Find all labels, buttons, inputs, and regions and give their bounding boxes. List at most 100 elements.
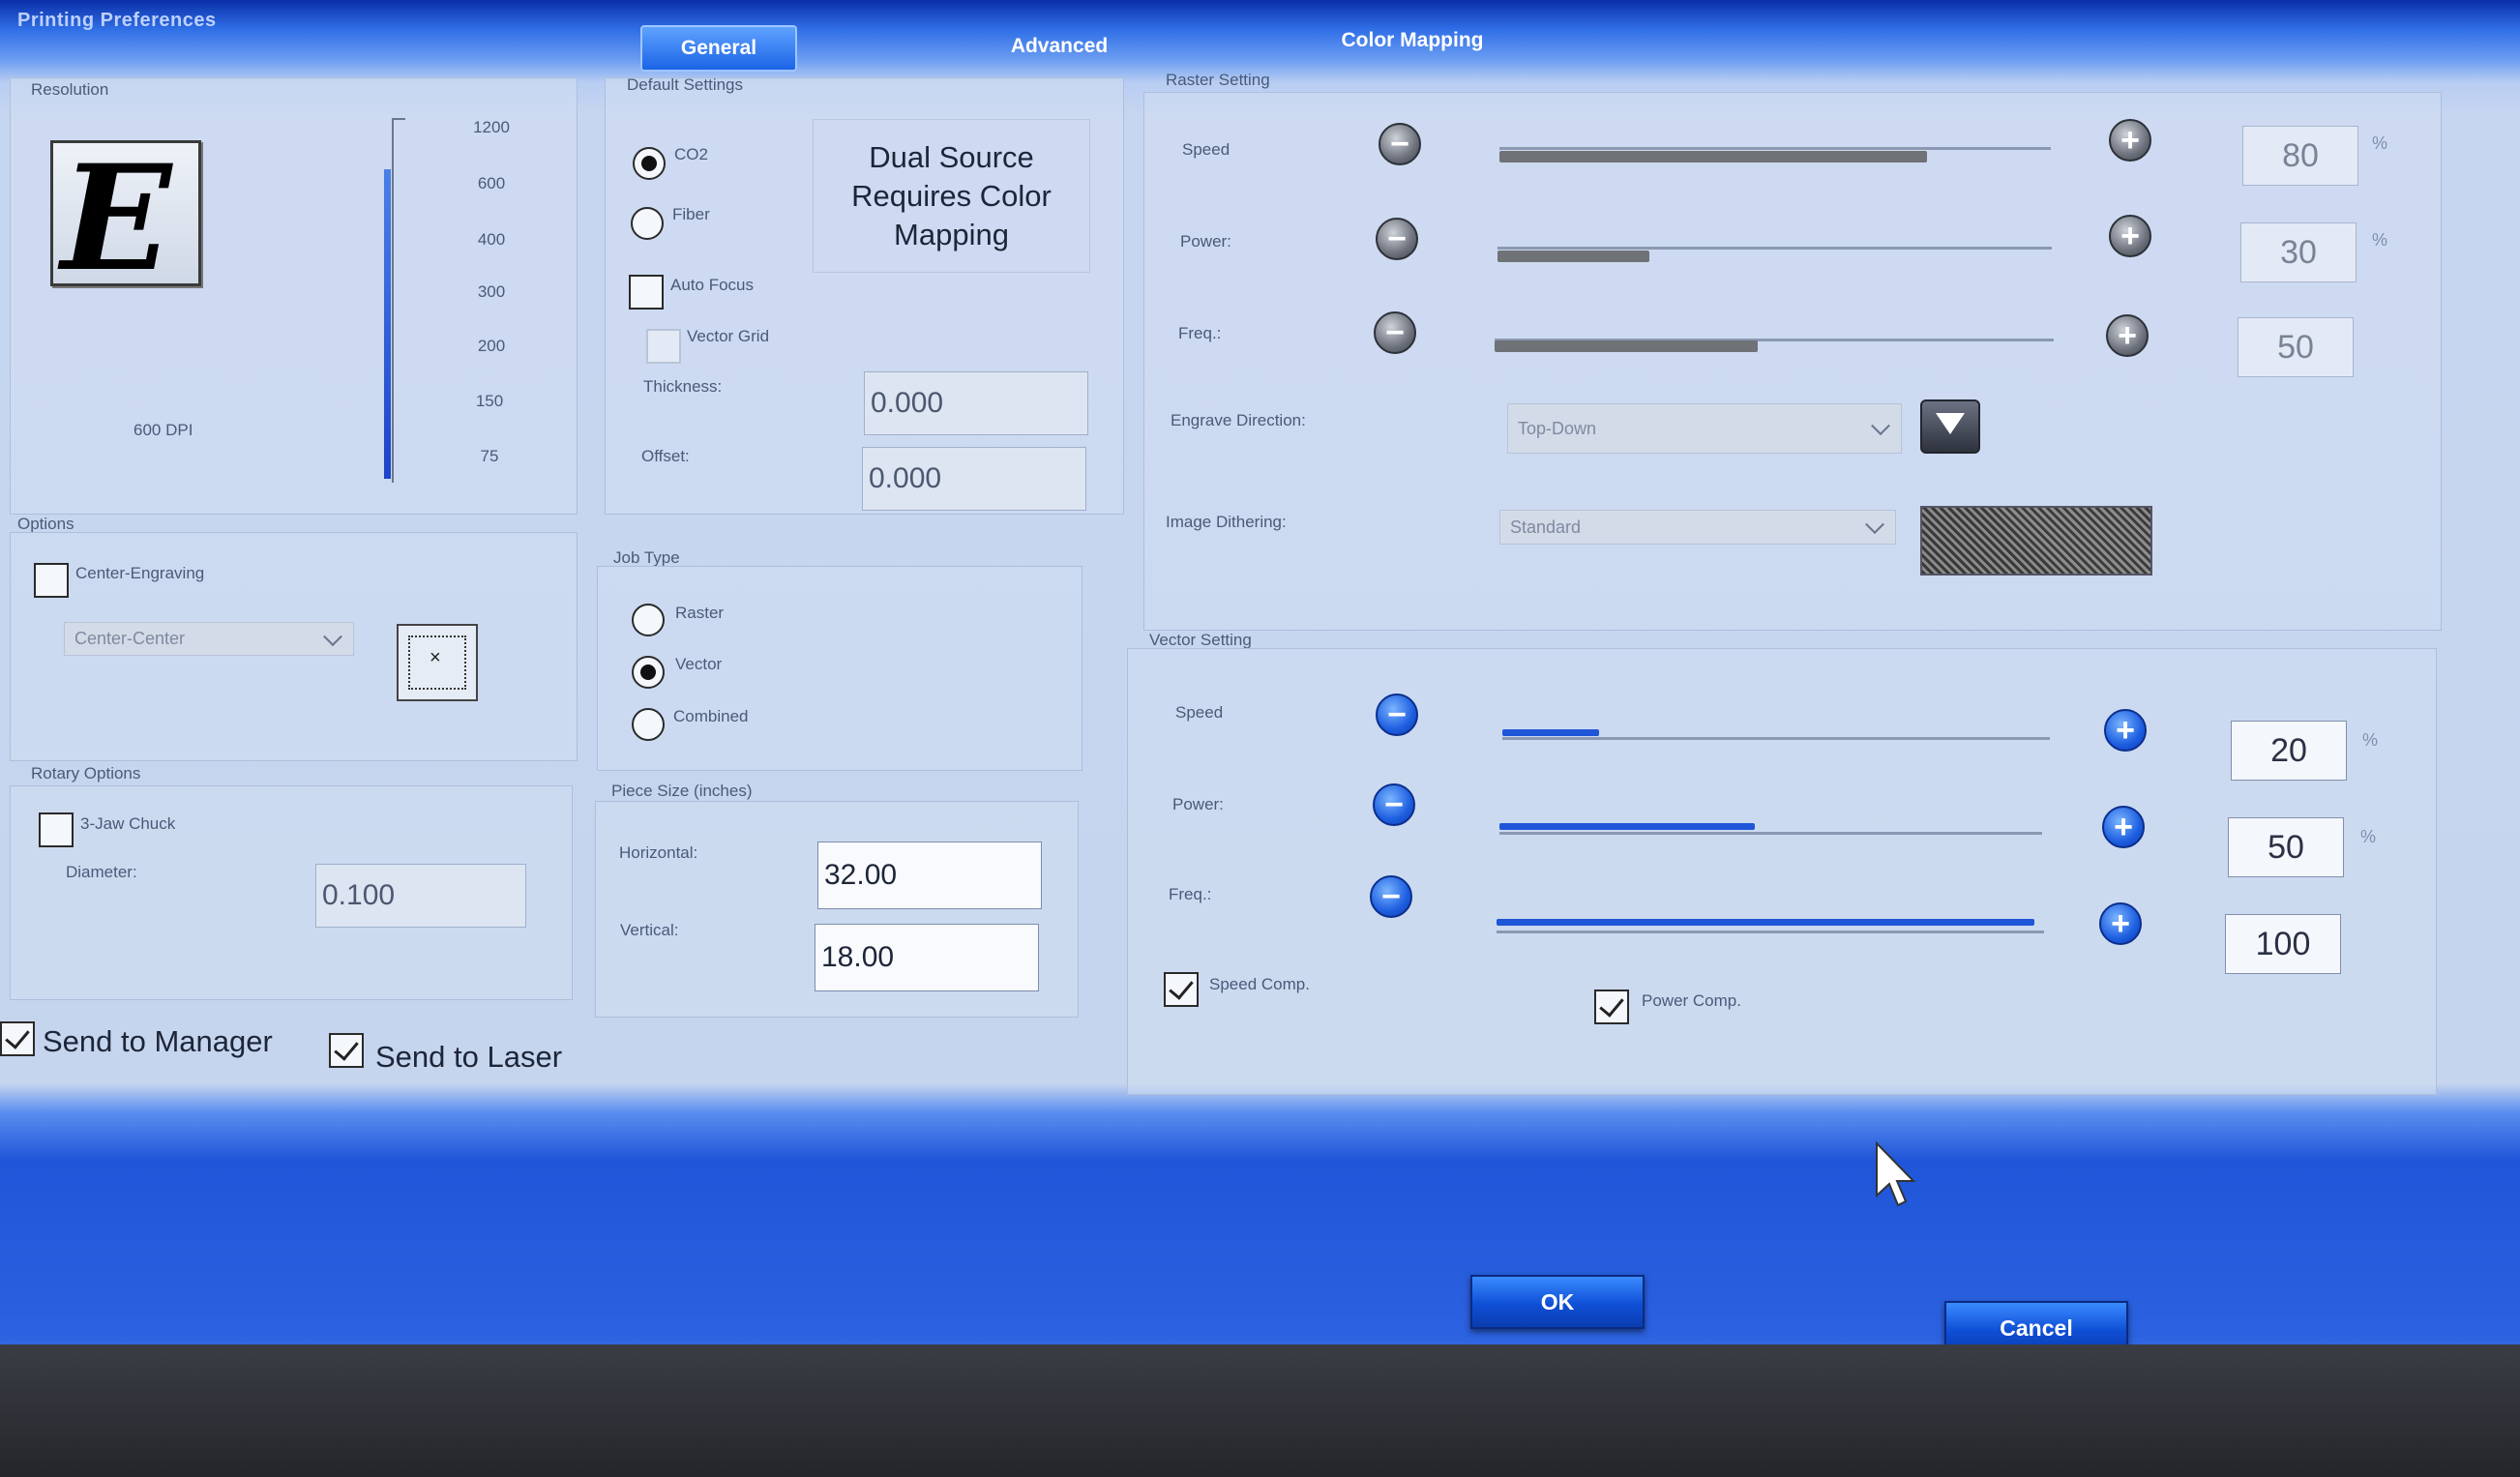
horizontal-field[interactable]: 32.00 xyxy=(817,842,1042,909)
vector-freq-increase-button[interactable]: + xyxy=(2099,902,2142,945)
vector-power-decrease-button[interactable]: − xyxy=(1373,783,1415,826)
image-dithering-dropdown[interactable]: Standard xyxy=(1499,510,1896,545)
raster-radio[interactable] xyxy=(632,604,665,636)
combined-radio[interactable] xyxy=(632,708,665,741)
raster-power-decrease-button[interactable]: − xyxy=(1376,218,1418,260)
raster-power-slider[interactable] xyxy=(1497,251,1649,262)
vector-grid-checkbox[interactable] xyxy=(646,329,681,364)
combined-label: Combined xyxy=(673,707,749,725)
raster-freq-increase-button[interactable]: + xyxy=(2106,314,2149,357)
raster-power-label: Power: xyxy=(1180,232,1231,251)
rotary-options-label: Rotary Options xyxy=(31,764,141,783)
vector-freq-slider[interactable] xyxy=(1497,919,2034,926)
vector-power-value[interactable]: 50 xyxy=(2228,817,2344,877)
vector-speed-value[interactable]: 20 xyxy=(2231,721,2347,781)
send-to-manager-checkbox[interactable] xyxy=(0,1021,35,1056)
speed-comp-checkbox[interactable] xyxy=(1164,972,1199,1007)
auto-focus-label: Auto Focus xyxy=(670,276,754,294)
raster-speed-label: Speed xyxy=(1182,140,1230,159)
vector-freq-decrease-button[interactable]: − xyxy=(1370,875,1412,918)
resolution-tick: 600 xyxy=(477,174,506,192)
offset-field[interactable]: 0.000 xyxy=(862,447,1086,511)
vector-speed-slider-track xyxy=(1502,737,2050,740)
thickness-label: Thickness: xyxy=(643,377,723,396)
center-engraving-label: Center-Engraving xyxy=(75,564,205,582)
vector-speed-label: Speed xyxy=(1175,703,1224,722)
power-comp-label: Power Comp. xyxy=(1642,991,1741,1010)
vector-power-slider[interactable] xyxy=(1499,823,1755,830)
offset-label: Offset: xyxy=(641,447,690,465)
engrave-direction-icon[interactable] xyxy=(1920,399,1980,454)
diameter-label: Diameter: xyxy=(66,863,137,881)
center-position-icon[interactable] xyxy=(397,624,478,701)
raster-power-slider-track xyxy=(1497,247,2052,250)
vector-setting-label: Vector Setting xyxy=(1149,631,1252,649)
taskbar-area xyxy=(0,1344,2520,1477)
vector-freq-value[interactable]: 100 xyxy=(2225,914,2341,974)
raster-speed-slider[interactable] xyxy=(1499,151,1927,162)
chevron-down-icon xyxy=(1865,515,1884,535)
raster-speed-slider-track xyxy=(1499,147,2051,150)
engrave-direction-label: Engrave Direction: xyxy=(1171,411,1306,429)
resolution-tick: 1200 xyxy=(473,118,510,136)
fiber-radio[interactable] xyxy=(631,207,664,240)
resolution-label: Resolution xyxy=(31,80,109,99)
resolution-tick: 200 xyxy=(477,337,506,355)
diameter-field[interactable]: 0.100 xyxy=(315,864,526,928)
thickness-field[interactable]: 0.000 xyxy=(864,371,1088,435)
co2-radio[interactable] xyxy=(633,147,666,180)
fiber-label: Fiber xyxy=(672,205,710,223)
tab-color-mapping[interactable]: Color Mapping xyxy=(1325,19,1499,62)
power-comp-checkbox[interactable] xyxy=(1594,990,1629,1024)
raster-power-value[interactable]: 30 xyxy=(2240,222,2357,282)
mouse-cursor-icon xyxy=(1876,1141,1916,1207)
three-jaw-chuck-checkbox[interactable] xyxy=(39,812,74,847)
resolution-logo: E xyxy=(50,133,201,304)
vector-speed-increase-button[interactable]: + xyxy=(2104,709,2147,752)
vector-speed-decrease-button[interactable]: − xyxy=(1376,694,1418,736)
printing-preferences-window: Printing Preferences General Advanced Co… xyxy=(0,0,2520,1477)
center-engraving-checkbox[interactable] xyxy=(34,563,69,598)
piece-size-label: Piece Size (inches) xyxy=(611,782,753,800)
options-label: Options xyxy=(17,515,74,533)
dual-source-note: Dual Source Requires Color Mapping xyxy=(813,119,1090,273)
vertical-field[interactable]: 18.00 xyxy=(815,924,1039,991)
horizontal-label: Horizontal: xyxy=(619,843,698,862)
image-dithering-value: Standard xyxy=(1510,517,1582,537)
raster-freq-value[interactable]: 50 xyxy=(2238,317,2354,377)
auto-focus-checkbox[interactable] xyxy=(629,275,664,310)
dithering-preview xyxy=(1920,506,2152,576)
raster-speed-increase-button[interactable]: + xyxy=(2109,119,2151,162)
raster-speed-percent: % xyxy=(2372,133,2388,153)
image-dithering-label: Image Dithering: xyxy=(1166,513,1287,531)
tab-general[interactable]: General xyxy=(640,25,797,72)
raster-power-percent: % xyxy=(2372,230,2388,250)
resolution-tick: 300 xyxy=(477,282,506,301)
vector-speed-percent: % xyxy=(2362,730,2379,750)
resolution-slider-track xyxy=(392,118,405,483)
vector-power-label: Power: xyxy=(1172,795,1224,813)
tab-advanced[interactable]: Advanced xyxy=(977,25,1141,68)
center-position-dropdown[interactable]: Center-Center xyxy=(64,622,354,656)
vector-radio[interactable] xyxy=(632,656,665,689)
vector-freq-slider-track xyxy=(1497,931,2044,933)
vector-power-increase-button[interactable]: + xyxy=(2102,806,2145,848)
job-type-label: Job Type xyxy=(613,548,680,567)
raster-speed-decrease-button[interactable]: − xyxy=(1379,123,1421,165)
raster-speed-value[interactable]: 80 xyxy=(2242,126,2358,186)
resolution-tick: 400 xyxy=(477,230,506,249)
raster-power-increase-button[interactable]: + xyxy=(2109,215,2151,257)
send-to-laser-label: Send to Laser xyxy=(375,1040,563,1074)
resolution-slider[interactable] xyxy=(384,169,391,479)
engrave-direction-value: Top-Down xyxy=(1518,418,1597,438)
send-to-laser-checkbox[interactable] xyxy=(329,1033,364,1068)
raster-freq-slider[interactable] xyxy=(1495,340,1758,352)
center-position-value: Center-Center xyxy=(74,629,186,648)
chevron-down-icon xyxy=(323,626,342,646)
raster-freq-decrease-button[interactable]: − xyxy=(1374,311,1416,354)
vector-speed-slider[interactable] xyxy=(1502,729,1599,736)
engrave-direction-dropdown[interactable]: Top-Down xyxy=(1507,403,1902,454)
raster-setting-label: Raster Setting xyxy=(1166,71,1270,89)
ok-button[interactable]: OK xyxy=(1470,1275,1645,1329)
three-jaw-chuck-label: 3-Jaw Chuck xyxy=(80,814,176,833)
